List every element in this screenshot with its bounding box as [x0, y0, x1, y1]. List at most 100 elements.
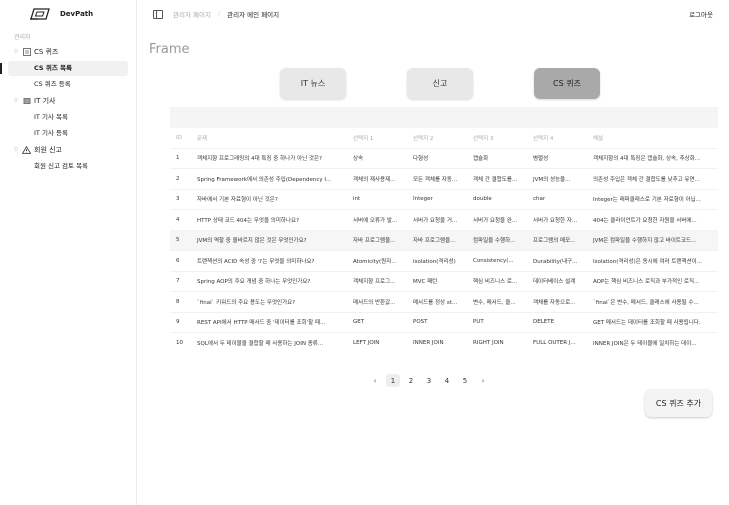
sidebar-item-cs-quiz-register[interactable]: CS 퀴즈 등록 [8, 77, 128, 92]
cell-id: 9 [170, 311, 191, 333]
pagination: ‹ 1 2 3 4 5 › [366, 374, 492, 387]
cell-explanation: Isolation(격리성)은 동시에 여러 트랜잭션이... [587, 250, 718, 271]
table-row[interactable]: 8 `final` 키워드의 주요 용도는 무엇인가요? 메서드의 반환값... 메서… [170, 291, 718, 312]
cell-question: Spring Framework에서 의존성 주입(Dependency I..… [191, 168, 347, 189]
column-header-choice-2[interactable]: 선택지 2 [407, 128, 467, 148]
table-row[interactable]: 2 Spring Framework에서 의존성 주입(Dependency I.… [170, 168, 718, 189]
cell-question: `final` 키워드의 주요 용도는 무엇인가요? [191, 291, 347, 312]
logo-icon [30, 8, 50, 20]
table-header-row: ID 문제 선택지 1 선택지 2 선택지 3 선택지 4 해설 [170, 128, 718, 148]
tab-it-news[interactable]: IT 뉴스 [280, 68, 346, 99]
cell-choice-2: 모든 객체를 자동... [407, 168, 467, 189]
page-button-4[interactable]: 4 [440, 374, 454, 387]
cell-id: 7 [170, 270, 191, 292]
cell-question: 객체지향 프로그래밍의 4대 특징 중 하나가 아닌 것은? [191, 147, 347, 169]
chevron-down-icon: ▽ [14, 147, 18, 153]
cell-choice-4: char [527, 188, 587, 210]
cell-id: 8 [170, 291, 191, 312]
cell-choice-3: PUT [467, 311, 527, 333]
cell-choice-2: 다형성 [407, 147, 467, 169]
table-row[interactable]: 9 REST API에서 HTTP 메서드 중 '데이터를 조회'할 때... GE… [170, 311, 718, 333]
sidebar-item-it-article-register[interactable]: IT 기사 등록 [8, 126, 128, 141]
cell-choice-3: 변수, 메서드, 클... [467, 291, 527, 312]
page-button-3[interactable]: 3 [422, 374, 436, 387]
cell-choice-2: Integer [407, 188, 467, 210]
column-header-choice-3[interactable]: 선택지 3 [467, 128, 527, 148]
sidebar-toggle-icon[interactable] [153, 9, 163, 19]
topbar: 관리자 페이지 / 관리자 메인 페이지 로그아웃 [137, 0, 729, 28]
cell-choice-1: 서버에 오류가 발... [347, 209, 407, 230]
table-row[interactable]: 1 객체지향 프로그래밍의 4대 특징 중 하나가 아닌 것은? 상속 다형성 캡슐화 병… [170, 147, 718, 169]
cell-choice-2: 자바 프로그램을... [407, 229, 467, 251]
cell-id: 10 [170, 332, 191, 353]
breadcrumb-parent[interactable]: 관리자 페이지 [173, 9, 211, 19]
frame-title: Frame [149, 42, 190, 57]
cell-explanation: 404는 클라이언트가 요청한 자원을 서버에... [587, 209, 718, 230]
column-header-question[interactable]: 문제 [191, 128, 347, 148]
prev-page-button[interactable]: ‹ [368, 374, 382, 387]
cell-question: JVM의 역할 중 올바르지 않은 것은 무엇인가요? [191, 229, 347, 251]
cell-choice-4: 데이터베이스 설계 [527, 270, 587, 292]
cell-choice-3: Consistency(... [467, 250, 527, 271]
sidebar-group-label: 회원 신고 [34, 146, 62, 154]
sidebar-group-it-article[interactable]: ▽ IT 기사 [0, 93, 136, 109]
cell-choice-4: 병렬성 [527, 147, 587, 169]
sidebar-group-label: CS 퀴즈 [34, 48, 59, 56]
cell-explanation: INNER JOIN은 두 테이블에 일치하는 데이... [587, 332, 718, 353]
sidebar-item-cs-quiz-list[interactable]: CS 퀴즈 목록 [0, 61, 128, 76]
column-header-choice-4[interactable]: 선택지 4 [527, 128, 587, 148]
table-row[interactable]: 5 JVM의 역할 중 올바르지 않은 것은 무엇인가요? 자바 프로그램을... 자… [170, 229, 718, 251]
cell-choice-4: JVM의 성능을... [527, 168, 587, 189]
chevron-down-icon: ▽ [14, 49, 18, 55]
cell-choice-1: 객체의 재사용제... [347, 168, 407, 189]
cell-choice-2: POST [407, 311, 467, 333]
table-row[interactable]: 10 SQL에서 두 테이블을 결합할 때 사용하는 JOIN 종류... LEFT… [170, 332, 718, 353]
page-button-5[interactable]: 5 [458, 374, 472, 387]
cell-choice-2: INNER JOIN [407, 332, 467, 353]
warning-icon [22, 146, 31, 155]
cell-choice-2: Isolation(격리성) [407, 250, 467, 271]
quiz-table: ID 문제 선택지 1 선택지 2 선택지 3 선택지 4 해설 1 객체지향 프… [170, 107, 718, 353]
cell-question: Spring AOP의 주요 개념 중 하나는 무엇인가요? [191, 270, 347, 292]
cell-choice-4: 프로그램의 메모... [527, 229, 587, 251]
cell-explanation: Integer는 래퍼클래스로 기본 자료형이 아닙... [587, 188, 718, 210]
add-cs-quiz-button[interactable]: CS 퀴즈 추가 [645, 389, 712, 417]
page-button-1[interactable]: 1 [386, 374, 400, 387]
document-icon [22, 48, 31, 57]
cell-choice-4: 서버가 요청한 자... [527, 209, 587, 230]
cell-choice-1: 상속 [347, 147, 407, 169]
sidebar-group-member-report[interactable]: ▽ 회원 신고 [0, 142, 136, 158]
sidebar-section-label: 관리자 [14, 34, 31, 41]
table-row[interactable]: 7 Spring AOP의 주요 개념 중 하나는 무엇인가요? 객체지향 프로그.… [170, 270, 718, 292]
cell-choice-2: 서버가 요청을 거... [407, 209, 467, 230]
table-row[interactable]: 4 HTTP 상태 코드 404는 무엇을 의미하나요? 서버에 오류가 발... 서… [170, 209, 718, 230]
cell-id: 5 [170, 229, 191, 251]
table-row[interactable]: 6 트랜잭션의 ACID 속성 중 'I'는 무엇을 의미하나요? Atomicit… [170, 250, 718, 271]
cell-choice-3: 서버가 요청을 완... [467, 209, 527, 230]
sidebar-item-it-article-list[interactable]: IT 기사 목록 [8, 110, 128, 125]
cell-choice-3: RIGHT JOIN [467, 332, 527, 353]
cell-id: 6 [170, 250, 191, 271]
cell-choice-4: FULL OUTER J... [527, 332, 587, 353]
sidebar-group-label: IT 기사 [34, 97, 56, 105]
cell-question: HTTP 상태 코드 404는 무엇을 의미하나요? [191, 209, 347, 230]
cell-question: SQL에서 두 테이블을 결합할 때 사용하는 JOIN 종류... [191, 332, 347, 353]
cell-choice-1: int [347, 188, 407, 210]
cell-choice-1: GET [347, 311, 407, 333]
tab-cs-quiz[interactable]: CS 퀴즈 [534, 68, 600, 99]
cell-id: 1 [170, 147, 191, 169]
cell-choice-1: Atomicity(원자... [347, 250, 407, 271]
sidebar-item-member-report-review[interactable]: 회원 신고 검토 목록 [8, 159, 128, 174]
brand[interactable]: DevPath [0, 0, 136, 28]
sidebar-group-cs-quiz[interactable]: ▽ CS 퀴즈 [0, 44, 136, 60]
page-button-2[interactable]: 2 [404, 374, 418, 387]
cell-explanation: GET 메서드는 데이터를 조회할 때 사용됩니다. [587, 311, 718, 333]
next-page-button[interactable]: › [476, 374, 490, 387]
logout-button[interactable]: 로그아웃 [689, 9, 713, 19]
column-header-explanation[interactable]: 해설 [587, 128, 718, 148]
column-header-id[interactable]: ID [170, 128, 191, 148]
table-row[interactable]: 3 자바에서 기본 자료형이 아닌 것은? int Integer double char… [170, 188, 718, 210]
tab-report[interactable]: 신고 [407, 68, 473, 99]
column-header-choice-1[interactable]: 선택지 1 [347, 128, 407, 148]
chevron-down-icon: ▽ [14, 98, 18, 104]
